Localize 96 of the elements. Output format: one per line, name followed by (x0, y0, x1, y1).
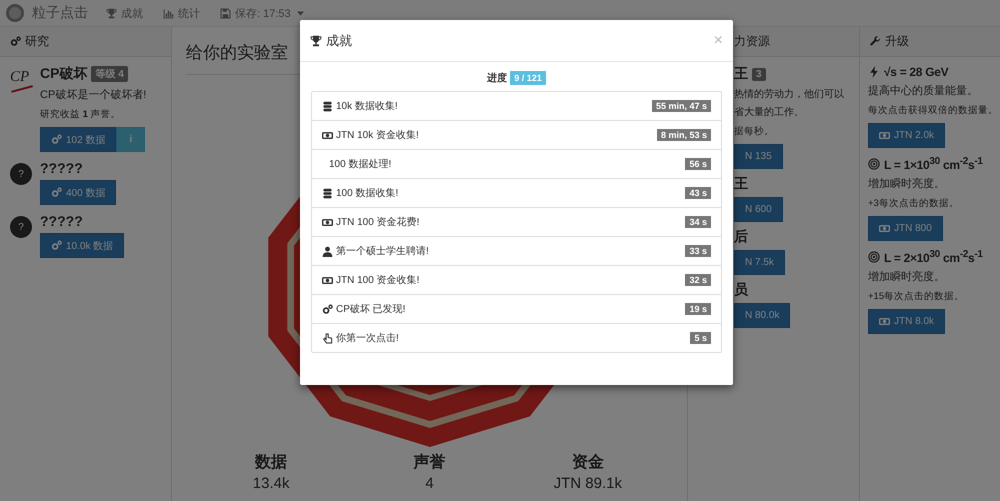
time-badge: 56 s (685, 158, 711, 170)
staff-description: 省大量的工作。 (734, 106, 805, 119)
achievement-text: JTN 10k 资金收集! (336, 129, 420, 142)
research-name: ????? (40, 160, 83, 176)
trophy-icon (106, 8, 117, 18)
staff-effect: 据每秒。 (734, 125, 775, 138)
target-icon (868, 158, 880, 170)
nav-link[interactable]: 保存: 17:53 (220, 6, 306, 20)
unknown-badge: ? (10, 163, 32, 185)
upgrade-name: √s = 28 GeV (884, 65, 948, 79)
achievement-text: JTN 100 资金收集! (336, 274, 420, 287)
stat-value: 4 (424, 475, 435, 492)
hire-button[interactable]: N 600 (734, 197, 783, 222)
count-badge: 3 (752, 68, 766, 80)
upgrade-description: 增加瞬时亮度。 (868, 270, 946, 284)
hire-button[interactable]: N 80.0k (734, 303, 790, 328)
progress-label: 进度 (487, 71, 508, 85)
research-effect: 研究收益 1 声誉。 (40, 108, 122, 121)
lab-heading: 给你的实验室 (186, 42, 289, 64)
progress-badge: 9 / 121 (510, 71, 546, 85)
nav-link[interactable]: 成就 (106, 6, 143, 20)
dialog-title: 成就 (326, 32, 352, 50)
upgrade-button[interactable]: JTN 2.0k (868, 123, 946, 148)
upgrade-effect: 每次点击获得双倍的数据量。 (868, 104, 996, 117)
database-icon (322, 100, 333, 112)
achievement-text: 第一个硕士学生聘请! (336, 244, 430, 258)
staff-name: 后 (734, 228, 748, 246)
gears-icon (51, 187, 62, 198)
trophy-icon (310, 34, 322, 46)
banknote-icon (879, 130, 890, 141)
panel-title: 力资源 (734, 33, 770, 50)
research-button[interactable]: 400 数据 (40, 180, 116, 205)
time-badge: 34 s (685, 216, 711, 228)
time-badge: 55 min, 47 s (652, 100, 711, 112)
banknote-icon (322, 130, 333, 140)
staff-name: 员 (734, 281, 748, 299)
banknote-icon (879, 223, 890, 234)
time-badge: 33 s (685, 245, 711, 257)
gears-icon (51, 134, 62, 145)
staff-description: 热情的劳动力，他们可以 (734, 88, 845, 101)
upgrade-effect: +3每次点击的数据。 (868, 197, 960, 210)
banknote-icon (322, 216, 333, 228)
research-button[interactable]: 10.0k 数据 (40, 233, 124, 258)
upgrade-description: 增加瞬时亮度。 (868, 176, 946, 191)
time-badge: 43 s (685, 187, 711, 199)
stat-value: 13.4k (252, 475, 290, 492)
time-badge: 19 s (685, 303, 711, 315)
close-button[interactable]: × (714, 32, 723, 50)
staff-name: 王 (734, 175, 748, 193)
research-button[interactable]: 102 数据 (40, 127, 116, 152)
upgrade-button[interactable]: JTN 800 (868, 216, 943, 241)
lightning-bolt-icon (868, 66, 880, 78)
research-description: CP破坏是一个破坏者! (40, 88, 146, 102)
banknote-icon (879, 316, 890, 327)
research-name: ????? (40, 213, 83, 229)
ring-logo-icon (6, 4, 24, 22)
achievement-text: 100 数据收集! (336, 187, 400, 200)
upgrade-button[interactable]: JTN 8.0k (868, 309, 946, 334)
cp-logo: CP (10, 69, 34, 93)
panel-title: 研究 (25, 33, 49, 50)
unknown-badge: ? (10, 216, 32, 238)
upgrade-name: L = 2×10$^{30}$ cm$^{-2}$s$^{-1}$ (884, 249, 983, 265)
hire-button[interactable]: N 135 (734, 144, 783, 169)
achievement-text: 你第一次点击! (336, 332, 400, 345)
time-badge: 5 s (690, 332, 711, 344)
staff-name: 王 (734, 65, 748, 83)
research-name: CP破坏 (40, 65, 88, 83)
info-button[interactable]: i (116, 127, 146, 152)
upgrade-effect: +15每次点击的数据。 (868, 290, 966, 303)
time-badge: 32 s (685, 274, 711, 286)
bar-chart-icon (163, 8, 174, 18)
database-icon (322, 188, 333, 198)
stat-label: 声誉 (412, 452, 446, 473)
brand-title[interactable]: 粒子点击 (32, 4, 88, 22)
pointing-hand-icon (322, 332, 333, 344)
gears-icon (10, 36, 21, 47)
achievement-text: 10k 数据收集! (336, 100, 399, 113)
target-icon (868, 251, 880, 263)
gears-icon (322, 304, 333, 314)
nav-link[interactable]: 统计 (163, 6, 200, 20)
wrench-icon (870, 36, 881, 47)
achievement-text: CP破坏 已发现! (336, 302, 406, 316)
upgrade-description: 提高中心的质量能量。 (868, 84, 979, 98)
achievement-text: JTN 100 资金花费! (336, 216, 420, 229)
stat-label: 数据 (254, 452, 288, 473)
stat-label: 资金 (570, 452, 605, 473)
stat-value: JTN 89.1k (552, 475, 623, 492)
level-badge: 等级 4 (91, 66, 128, 82)
panel-title: 升级 (885, 33, 909, 50)
person-icon (322, 246, 333, 256)
banknote-icon (322, 274, 333, 286)
achievement-text: 100 数据处理! (329, 158, 392, 171)
hire-button[interactable]: N 7.5k (734, 250, 785, 275)
gears-icon (51, 240, 62, 251)
upgrade-name: L = 1×10$^{30}$ cm$^{-2}$s$^{-1}$ (884, 156, 983, 172)
time-badge: 8 min, 53 s (656, 129, 711, 141)
